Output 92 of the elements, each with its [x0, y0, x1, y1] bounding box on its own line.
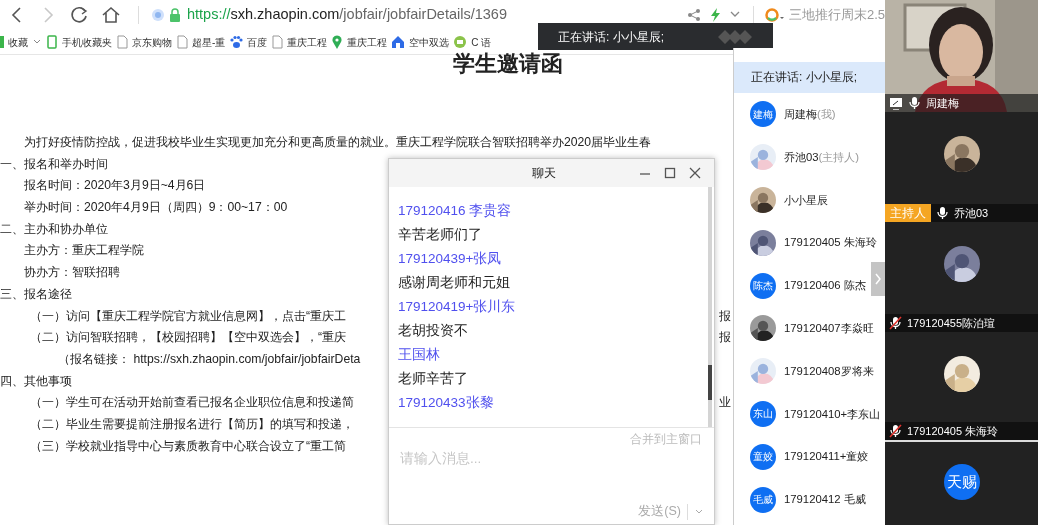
bookmark-link[interactable]: 收藏: [8, 34, 28, 50]
url-field[interactable]: https://sxh.zhaopin.com/jobfair/jobfairDetails/1369: [187, 4, 507, 26]
bookmark-link[interactable]: C 语: [471, 34, 492, 50]
participant-name[interactable]: 179120411+童姣: [784, 448, 869, 466]
participant-name: 乔池03: [954, 205, 989, 221]
participant-name[interactable]: 乔池03: [784, 148, 819, 166]
paragraph-text: 报: [719, 307, 731, 325]
participant-name[interactable]: 周建梅: [784, 105, 817, 123]
participant-name[interactable]: 小小星辰: [784, 191, 828, 209]
participant-name[interactable]: 179120410+李东山: [784, 405, 881, 423]
bookmark-link[interactable]: 百度: [247, 34, 268, 50]
section-heading: 四、其他事项: [0, 372, 72, 390]
paragraph-text: （二）访问智联招聘，【校园招聘】【空中双选会】，“重庆: [30, 329, 347, 347]
paragraph-text: 业: [719, 394, 731, 412]
paragraph-text: 主办方：重庆工程学院: [24, 242, 144, 260]
chat-bubble-icon: [453, 35, 468, 49]
participant-name: 179120405 朱海玲: [907, 423, 999, 439]
avatar: [750, 229, 776, 256]
shield-icon: [151, 8, 165, 22]
participant-name[interactable]: 179120405 朱海玲: [784, 234, 877, 252]
host-badge: 主持人: [885, 204, 931, 222]
bookmark-link[interactable]: 重庆工程: [287, 34, 328, 50]
paragraph-text: 报: [719, 329, 731, 347]
participant-name: 周建梅: [926, 95, 959, 111]
page-icon: [116, 35, 128, 49]
section-heading: 三、报名途径: [0, 285, 72, 303]
sender-name: 179120433张黎: [398, 394, 494, 412]
avatar: 东山: [750, 400, 776, 427]
pin-icon: [331, 35, 344, 49]
sender-name: 179120439+张凤: [398, 250, 502, 268]
folder-marker-icon: [0, 36, 4, 48]
close-icon[interactable]: [689, 167, 701, 179]
paragraph-text: （报名链接： https://sxh.zhaopin.com/jobfair/jobfairDeta: [58, 350, 361, 368]
bookmark-link[interactable]: 重庆工程: [347, 34, 388, 50]
sender-name: 王国林: [398, 346, 440, 364]
avatar: 毛威: [750, 486, 776, 513]
avatar: 童姣: [750, 443, 776, 470]
avatar: [750, 144, 776, 171]
reload-icon[interactable]: [70, 5, 90, 25]
avatar: [943, 356, 980, 392]
lightning-icon[interactable]: [708, 8, 721, 22]
message-text: 老胡投资不: [398, 322, 468, 340]
section-heading: 二、主办和协办单位: [0, 220, 108, 238]
avatar: [943, 246, 980, 282]
chevron-icon: [874, 272, 882, 286]
bookmark-link[interactable]: 手机收藏夹: [62, 34, 112, 50]
avatar: 建梅: [750, 101, 776, 128]
paw-icon: [229, 35, 244, 49]
paragraph-text: （一）访问【重庆工程学院官方就业信息网】，点击“重庆工: [30, 307, 347, 325]
avatar: 陈杰: [750, 272, 776, 299]
home-icon[interactable]: [101, 5, 121, 25]
house-icon: [391, 35, 406, 49]
avatar: [750, 315, 776, 342]
bookmark-link[interactable]: 京东购物: [132, 34, 172, 50]
maximize-icon[interactable]: [664, 167, 676, 179]
participant-name[interactable]: 179120407李焱旺: [784, 319, 874, 337]
participant-name[interactable]: 179120412 毛威: [784, 491, 866, 509]
paragraph-text: 协办方：智联招聘: [24, 264, 120, 282]
phone-icon: [46, 35, 58, 49]
speaking-notice: 正在讲话: 小小星辰;: [558, 28, 665, 46]
paragraph-text: 举办时间：2020年4月9日（周四）9：00~17：00: [24, 199, 288, 217]
paragraph-text: 为打好疫情防控战，促进我校毕业生实现更加充分和更高质量的就业。重庆工程学院联合智联招聘举办2020届毕业生春: [24, 134, 652, 151]
participant-name[interactable]: 179120406 陈杰: [784, 277, 866, 295]
message-text: 感谢周老师和元姐: [398, 274, 510, 292]
role-note: (主持人): [818, 149, 860, 165]
bookmark-link[interactable]: 空中双选: [409, 34, 450, 50]
bookmark-link[interactable]: 超星-重: [192, 34, 226, 50]
section-heading: 一、报名和举办时间: [0, 155, 108, 173]
paragraph-text: （一）学生可在活动开始前查看已报名企业职位信息和投递简: [30, 394, 354, 412]
avatar: [943, 136, 980, 172]
paragraph-text: 报名时间：2020年3月9日~4月6日: [24, 177, 206, 195]
avatar: 天赐: [943, 464, 980, 500]
message-text: 辛苦老师们了: [398, 226, 482, 244]
avatar: [750, 187, 776, 213]
paragraph-text: （三）学校就业指导中心与素质教育中心联合设立了“重工简: [30, 437, 347, 455]
avatar: [750, 358, 776, 385]
message-text: 老师辛苦了: [398, 370, 468, 388]
paragraph-text: （二）毕业生需要提前注册报名进行【简历】的填写和投递，: [30, 415, 354, 433]
chat-title: 聊天: [531, 165, 557, 182]
role-note: (我): [817, 106, 836, 122]
page-title: 学生邀请函: [453, 51, 563, 76]
search-engine-icon[interactable]: [763, 7, 786, 23]
sender-name: 179120419+张川东: [398, 298, 516, 316]
participant-name[interactable]: 179120408罗将来: [784, 362, 874, 380]
lock-icon: [169, 8, 181, 22]
page-icon: [271, 35, 284, 49]
scrollbar-thumb[interactable]: [708, 365, 712, 400]
speaking-banner: 正在讲话: 小小星辰;: [734, 62, 885, 93]
page-icon: [176, 35, 188, 49]
share-icon[interactable]: [686, 8, 701, 22]
sender-name: 179120416 李贵容: [398, 202, 512, 220]
participant-name: 179120455陈泊瑄: [907, 315, 996, 331]
